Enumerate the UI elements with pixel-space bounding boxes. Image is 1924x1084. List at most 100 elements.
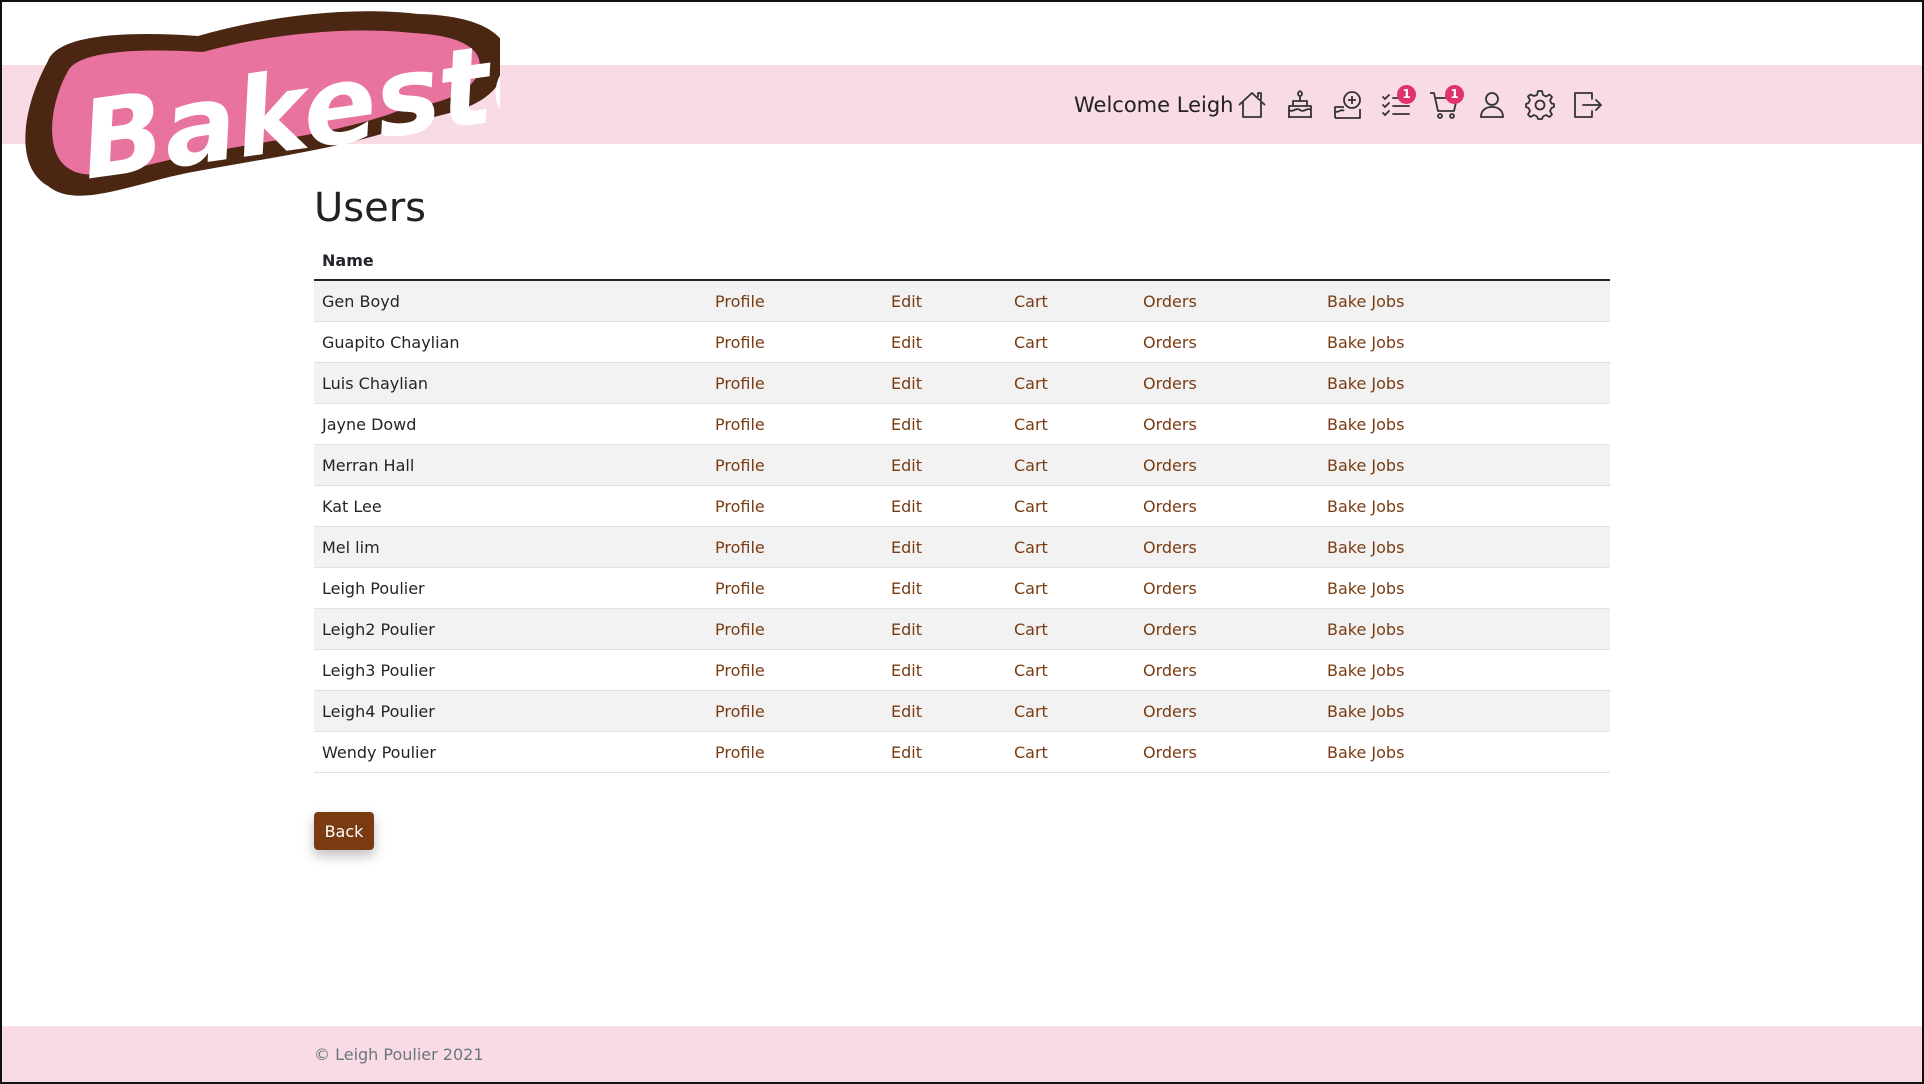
edit-link[interactable]: Edit — [891, 579, 922, 598]
edit-link[interactable]: Edit — [891, 374, 922, 393]
table-row: Wendy Poulier Profile Edit Cart Orders Bake J… — [314, 731, 1610, 773]
orders-link[interactable]: Orders — [1143, 497, 1197, 516]
orders-link[interactable]: Orders — [1143, 456, 1197, 475]
profile-link[interactable]: Profile — [715, 374, 765, 393]
edit-link[interactable]: Edit — [891, 456, 922, 475]
table-cell: Edit — [883, 690, 1006, 732]
column-header — [883, 242, 1006, 281]
table-cell: Edit — [883, 731, 1006, 773]
orders-link[interactable]: Orders — [1143, 415, 1197, 434]
bakester-logo[interactable]: Bakester — [18, 6, 500, 206]
edit-link[interactable]: Edit — [891, 702, 922, 721]
table-cell: Bake Jobs — [1319, 321, 1610, 363]
cart-link[interactable]: Cart — [1014, 415, 1048, 434]
cart-link[interactable]: Cart — [1014, 456, 1048, 475]
table-row: Kat Lee Profile Edit Cart Orders Bake Jobs — [314, 485, 1610, 527]
table-cell: Cart — [1006, 690, 1135, 732]
orders-link[interactable]: Orders — [1143, 374, 1197, 393]
bake-jobs-link[interactable]: Bake Jobs — [1327, 456, 1404, 475]
bake-jobs-link[interactable]: Bake Jobs — [1327, 415, 1404, 434]
orders-link[interactable]: Orders — [1143, 579, 1197, 598]
bake-jobs-link[interactable]: Bake Jobs — [1327, 374, 1404, 393]
orders-link[interactable]: Orders — [1143, 620, 1197, 639]
cart-link[interactable]: Cart — [1014, 743, 1048, 762]
table-row: Mel lim Profile Edit Cart Orders Bake Jobs — [314, 526, 1610, 568]
edit-link[interactable]: Edit — [891, 743, 922, 762]
user-name: Leigh2 Poulier — [314, 608, 707, 650]
orders-link[interactable]: Orders — [1143, 661, 1197, 680]
cart-link[interactable]: Cart — [1014, 292, 1048, 311]
table-row: Guapito Chaylian Profile Edit Cart Orders Bak… — [314, 321, 1610, 363]
orders-link[interactable]: Orders — [1143, 292, 1197, 311]
orders-link[interactable]: Orders — [1143, 702, 1197, 721]
cart-link[interactable]: Cart — [1014, 333, 1048, 352]
edit-link[interactable]: Edit — [891, 415, 922, 434]
column-header — [707, 242, 883, 281]
account-link[interactable] — [1471, 85, 1513, 125]
edit-link[interactable]: Edit — [891, 497, 922, 516]
bake-jobs-link[interactable]: Bake Jobs — [1327, 497, 1404, 516]
cakes-link[interactable] — [1279, 85, 1321, 125]
table-cell: Cart — [1006, 649, 1135, 691]
profile-link[interactable]: Profile — [715, 538, 765, 557]
profile-link[interactable]: Profile — [715, 702, 765, 721]
cart-link[interactable]: Cart — [1014, 661, 1048, 680]
profile-link[interactable]: Profile — [715, 292, 765, 311]
column-header — [1006, 242, 1135, 281]
bake-jobs-link[interactable]: Bake Jobs — [1327, 538, 1404, 557]
bake-jobs-link[interactable]: Bake Jobs — [1327, 661, 1404, 680]
bake-jobs-link[interactable]: Bake Jobs — [1327, 333, 1404, 352]
edit-link[interactable]: Edit — [891, 538, 922, 557]
cart-link[interactable]: Cart — [1014, 497, 1048, 516]
copyright-text: © Leigh Poulier 2021 — [314, 1045, 484, 1064]
profile-link[interactable]: Profile — [715, 620, 765, 639]
cart-link[interactable]: 1 — [1423, 85, 1465, 125]
edit-link[interactable]: Edit — [891, 292, 922, 311]
profile-link[interactable]: Profile — [715, 456, 765, 475]
table-cell: Orders — [1135, 608, 1319, 650]
bake-jobs-link[interactable]: Bake Jobs — [1327, 620, 1404, 639]
column-header — [1135, 242, 1319, 281]
add-cake-link[interactable] — [1327, 85, 1369, 125]
edit-link[interactable]: Edit — [891, 620, 922, 639]
profile-link[interactable]: Profile — [715, 661, 765, 680]
bake-jobs-link[interactable]: Bake Jobs — [1327, 743, 1404, 762]
bake-jobs-link[interactable]: Bake Jobs — [1327, 702, 1404, 721]
table-cell: Cart — [1006, 731, 1135, 773]
edit-link[interactable]: Edit — [891, 661, 922, 680]
table-cell: Cart — [1006, 321, 1135, 363]
logout-link[interactable] — [1567, 85, 1609, 125]
cart-link[interactable]: Cart — [1014, 374, 1048, 393]
profile-link[interactable]: Profile — [715, 415, 765, 434]
orders-link[interactable]: Orders — [1143, 743, 1197, 762]
profile-link[interactable]: Profile — [715, 497, 765, 516]
user-name: Leigh4 Poulier — [314, 690, 707, 732]
cart-link[interactable]: Cart — [1014, 538, 1048, 557]
table-cell: Cart — [1006, 567, 1135, 609]
table-cell: Cart — [1006, 485, 1135, 527]
back-button[interactable]: Back — [314, 812, 374, 850]
cart-link[interactable]: Cart — [1014, 620, 1048, 639]
table-cell: Profile — [707, 403, 883, 445]
user-name: Leigh Poulier — [314, 567, 707, 609]
table-row: Merran Hall Profile Edit Cart Orders Bake Job… — [314, 444, 1610, 486]
bake-jobs-link[interactable]: Bake Jobs — [1327, 292, 1404, 311]
table-cell: Orders — [1135, 321, 1319, 363]
table-cell: Cart — [1006, 403, 1135, 445]
settings-link[interactable] — [1519, 85, 1561, 125]
home-link[interactable] — [1231, 85, 1273, 125]
bake-jobs-link[interactable]: Bake Jobs — [1327, 579, 1404, 598]
add-cake-icon — [1334, 91, 1361, 119]
profile-link[interactable]: Profile — [715, 579, 765, 598]
user-name: Leigh3 Poulier — [314, 649, 707, 691]
profile-link[interactable]: Profile — [715, 333, 765, 352]
edit-link[interactable]: Edit — [891, 333, 922, 352]
orders-link[interactable]: Orders — [1143, 538, 1197, 557]
table-cell: Profile — [707, 485, 883, 527]
gear-icon — [1525, 90, 1555, 120]
orders-link[interactable]: Orders — [1143, 333, 1197, 352]
profile-link[interactable]: Profile — [715, 743, 765, 762]
cart-link[interactable]: Cart — [1014, 579, 1048, 598]
task-list-link[interactable]: 1 — [1375, 85, 1417, 125]
cart-link[interactable]: Cart — [1014, 702, 1048, 721]
